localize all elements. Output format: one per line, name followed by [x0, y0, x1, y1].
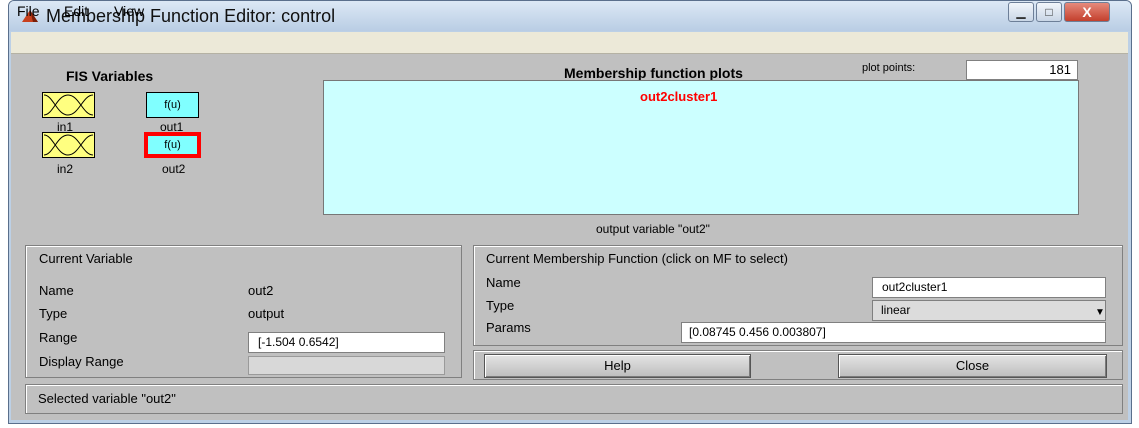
variable-type-value: output [248, 306, 285, 321]
fis-variables-title: FIS Variables [66, 68, 154, 84]
variable-out2-label: out2 [162, 162, 186, 176]
menu-edit[interactable]: Edit [64, 3, 88, 19]
display-range-label: Display Range [39, 354, 124, 369]
status-text: Selected variable "out2" [38, 391, 176, 406]
mf-params-label: Params [486, 320, 531, 335]
current-variable-heading: Current Variable [39, 251, 133, 266]
window-close-button[interactable]: X [1064, 2, 1110, 22]
mf-type-label: Type [486, 298, 515, 313]
variable-out2-box-selected[interactable]: f(u) [144, 132, 201, 158]
variable-name-value: out2 [248, 283, 274, 298]
variable-name-label: Name [39, 283, 74, 298]
variable-type-label: Type [39, 306, 68, 321]
mf-name-input[interactable]: out2cluster1 [872, 277, 1106, 298]
mf-params-input[interactable]: [0.08745 0.456 0.003807] [681, 322, 1106, 343]
variable-in2-box[interactable] [42, 132, 95, 158]
mf-name-label: Name [486, 275, 521, 290]
window-title: Membership Function Editor: control [46, 6, 336, 26]
menu-file[interactable]: File [17, 3, 40, 19]
minimize-button[interactable]: ▁ [1008, 2, 1034, 22]
help-button[interactable]: Help [484, 354, 751, 378]
menu-view[interactable]: View [114, 3, 144, 19]
variable-out1-box[interactable]: f(u) [146, 92, 199, 118]
current-mf-heading: Current Membership Function (click on MF… [486, 251, 788, 266]
mf-type-dropdown[interactable]: linear [872, 300, 1106, 321]
plot-x-axis-label: output variable "out2" [596, 222, 710, 236]
display-range-input[interactable] [248, 356, 445, 375]
status-panel [25, 384, 1123, 414]
variable-in2-label: in2 [57, 162, 74, 176]
plot-points-label: plot points: [862, 62, 916, 74]
variable-range-input[interactable]: [-1.504 0.6542] [248, 332, 445, 353]
variable-range-label: Range [39, 330, 78, 345]
maximize-button[interactable]: □ [1036, 2, 1062, 22]
menu-bar [11, 32, 1128, 54]
mf-curve-icon [43, 94, 94, 116]
dropdown-arrow-icon[interactable]: ▼ [1093, 307, 1107, 319]
close-button[interactable]: Close [838, 354, 1107, 378]
mf-curve-icon [43, 134, 94, 156]
mf-plots-title: Membership function plots [564, 65, 743, 81]
plot-points-input[interactable]: 181 [966, 60, 1078, 80]
variable-in1-box[interactable] [42, 92, 95, 118]
mf-plot-label[interactable]: out2cluster1 [640, 89, 717, 104]
